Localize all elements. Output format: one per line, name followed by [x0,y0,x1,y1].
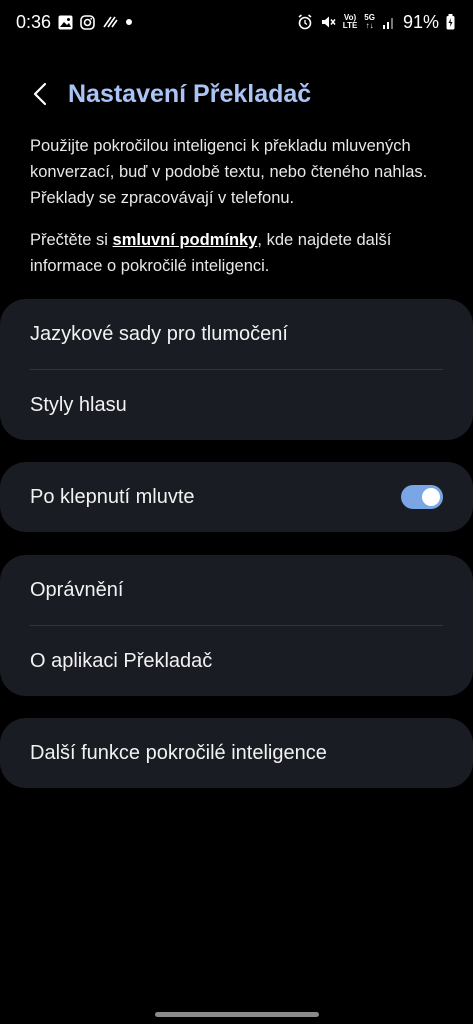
tap-to-speak-label: Po klepnutí mluvte [30,485,195,508]
status-bar: 0:36 Vo) LTE 5G ↑↓ 91% [0,0,473,44]
page-title: Nastavení Překladač [68,79,312,108]
language-packs-item[interactable]: Jazykové sady pro tlumočení [0,299,473,369]
status-bar-right: Vo) LTE 5G ↑↓ 91% [297,12,455,33]
battery-percent: 91% [402,11,439,32]
battery-icon [446,14,455,30]
home-indicator[interactable] [155,1012,319,1017]
permissions-label: Oprávnění [30,578,124,601]
toggle-knob [422,488,440,506]
more-features-label: Další funkce pokročilé inteligence [30,741,327,764]
terms-prefix: Přečtěte si [30,231,113,249]
tap-to-speak-item[interactable]: Po klepnutí mluvte [0,462,473,532]
lte-label: LTE [342,21,358,30]
tap-to-speak-toggle[interactable] [401,485,443,509]
status-time: 0:36 [16,11,52,32]
volte-icon: Vo) LTE [343,14,358,30]
status-bar-left: 0:36 [16,12,133,33]
data-arrows-label: ↑↓ [365,21,374,30]
bolt-icon [102,15,118,29]
alarm-icon [297,14,313,30]
settings-group-more: Další funkce pokročilé inteligence [0,718,473,788]
terms-link[interactable]: smluvní podmínky [113,231,258,249]
voice-styles-label: Styly hlasu [30,393,127,416]
notification-dot-icon [125,18,133,26]
mute-icon [320,14,336,30]
terms-info-text: Přečtěte si smluvní podmínky, kde najdet… [30,227,450,279]
back-button[interactable] [18,72,62,116]
signal-icon [382,15,396,29]
settings-group-app: Oprávnění O aplikaci Překladač [0,555,473,696]
language-packs-label: Jazykové sady pro tlumočení [30,322,288,345]
settings-group-languages: Jazykové sady pro tlumočení Styly hlasu [0,299,473,440]
more-features-item[interactable]: Další funkce pokročilé inteligence [0,718,473,788]
settings-group-tap-to-speak: Po klepnutí mluvte [0,462,473,532]
chevron-left-icon [33,82,47,106]
voice-styles-item[interactable]: Styly hlasu [0,370,473,440]
description-text: Použijte pokročilou inteligenci k překla… [30,137,428,207]
5g-icon: 5G ↑↓ [364,14,375,30]
instagram-icon [80,14,95,30]
about-app-item[interactable]: O aplikaci Překladač [0,626,473,696]
gallery-icon [58,15,73,30]
about-app-label: O aplikaci Překladač [30,649,213,672]
page-header: Nastavení Překladač [0,72,473,116]
permissions-item[interactable]: Oprávnění [0,555,473,625]
